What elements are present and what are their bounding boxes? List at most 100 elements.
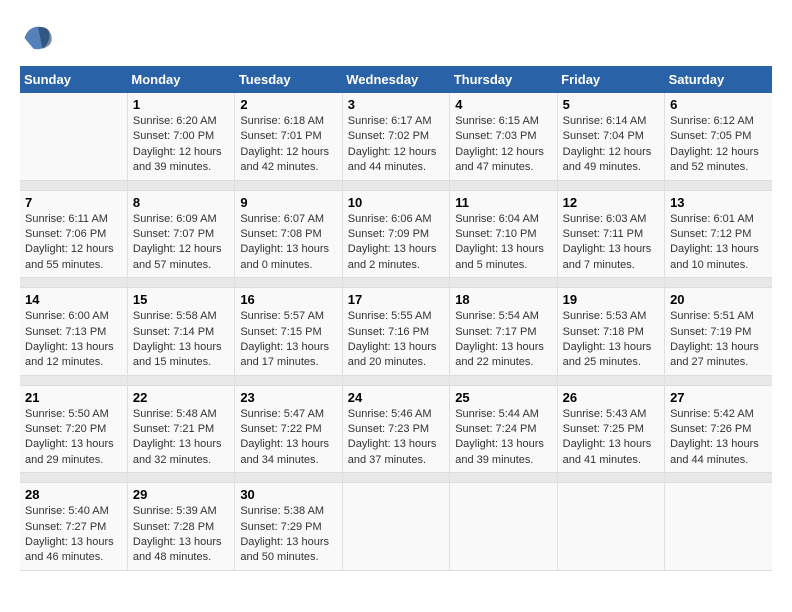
calendar-cell: 14Sunrise: 6:00 AMSunset: 7:13 PMDayligh… (20, 288, 127, 376)
day-info: Sunrise: 6:18 AMSunset: 7:01 PMDaylight:… (240, 114, 336, 176)
separator-cell (127, 375, 234, 385)
day-info: Sunrise: 6:07 AMSunset: 7:08 PMDaylight:… (240, 212, 336, 274)
separator-cell (450, 278, 557, 288)
calendar-cell: 18Sunrise: 5:54 AMSunset: 7:17 PMDayligh… (450, 288, 557, 376)
day-number: 13 (670, 195, 767, 210)
day-number: 15 (133, 292, 229, 307)
day-number: 19 (563, 292, 659, 307)
day-number: 6 (670, 97, 767, 112)
day-header-tuesday: Tuesday (235, 66, 342, 93)
separator-cell (127, 278, 234, 288)
calendar-cell: 30Sunrise: 5:38 AMSunset: 7:29 PMDayligh… (235, 483, 342, 571)
day-number: 24 (348, 390, 444, 405)
calendar-cell: 20Sunrise: 5:51 AMSunset: 7:19 PMDayligh… (665, 288, 772, 376)
day-number: 23 (240, 390, 336, 405)
calendar-cell: 10 Sunrise: 6:06 AMSunset: 7:09 PMDayligh… (342, 190, 449, 278)
separator-cell (127, 473, 234, 483)
calendar-cell: 21Sunrise: 5:50 AMSunset: 7:20 PMDayligh… (20, 385, 127, 473)
day-info: Sunrise: 5:51 AMSunset: 7:19 PMDaylight:… (670, 309, 767, 371)
day-number: 28 (25, 487, 122, 502)
day-number: 22 (133, 390, 229, 405)
day-info: Sunrise: 5:57 AMSunset: 7:15 PMDaylight:… (240, 309, 336, 371)
day-info: Sunrise: 5:39 AMSunset: 7:28 PMDaylight:… (133, 504, 229, 566)
separator-cell (235, 473, 342, 483)
calendar-cell: 3 Sunrise: 6:17 AMSunset: 7:02 PMDaylight… (342, 93, 449, 180)
separator-cell (235, 180, 342, 190)
day-number: 18 (455, 292, 551, 307)
separator-cell (20, 180, 127, 190)
day-info: Sunrise: 5:44 AMSunset: 7:24 PMDaylight:… (455, 407, 551, 469)
separator-cell (665, 180, 772, 190)
day-number: 7 (25, 195, 122, 210)
day-info: Sunrise: 5:53 AMSunset: 7:18 PMDaylight:… (563, 309, 659, 371)
separator-cell (342, 375, 449, 385)
day-info: Sunrise: 6:01 AMSunset: 7:12 PMDaylight:… (670, 212, 767, 274)
separator-row (20, 180, 772, 190)
day-info: Sunrise: 5:43 AMSunset: 7:25 PMDaylight:… (563, 407, 659, 469)
day-number: 30 (240, 487, 336, 502)
day-number: 12 (563, 195, 659, 210)
day-info: Sunrise: 6:06 AMSunset: 7:09 PMDaylight:… (348, 212, 444, 274)
calendar-cell (665, 483, 772, 571)
separator-cell (342, 180, 449, 190)
calendar-cell: 5Sunrise: 6:14 AMSunset: 7:04 PMDaylight… (557, 93, 664, 180)
calendar-cell (557, 483, 664, 571)
day-number: 17 (348, 292, 444, 307)
day-header-wednesday: Wednesday (342, 66, 449, 93)
calendar-cell: 24 Sunrise: 5:46 AMSunset: 7:23 PMDayligh… (342, 385, 449, 473)
separator-cell (20, 473, 127, 483)
separator-cell (450, 180, 557, 190)
day-number: 25 (455, 390, 551, 405)
calendar-cell (342, 483, 449, 571)
day-info: Sunrise: 6:20 AMSunset: 7:00 PMDaylight:… (133, 114, 229, 176)
calendar-cell: 1Sunrise: 6:20 AMSunset: 7:00 PMDaylight… (127, 93, 234, 180)
day-info: Sunrise: 5:42 AMSunset: 7:26 PMDaylight:… (670, 407, 767, 469)
calendar-cell: 8 Sunrise: 6:09 AMSunset: 7:07 PMDaylight… (127, 190, 234, 278)
day-info: Sunrise: 6:00 AMSunset: 7:13 PMDaylight:… (25, 309, 122, 371)
day-header-friday: Friday (557, 66, 664, 93)
separator-cell (450, 375, 557, 385)
logo-icon (20, 20, 56, 56)
separator-cell (557, 375, 664, 385)
calendar-cell: 19 Sunrise: 5:53 AMSunset: 7:18 PMDayligh… (557, 288, 664, 376)
calendar-cell: 27 Sunrise: 5:42 AMSunset: 7:26 PMDayligh… (665, 385, 772, 473)
logo (20, 20, 60, 56)
day-number: 5 (563, 97, 659, 112)
day-number: 8 (133, 195, 229, 210)
day-number: 26 (563, 390, 659, 405)
day-header-monday: Monday (127, 66, 234, 93)
calendar-cell (450, 483, 557, 571)
separator-cell (557, 278, 664, 288)
calendar-cell: 15Sunrise: 5:58 AMSunset: 7:14 PMDayligh… (127, 288, 234, 376)
day-info: Sunrise: 6:03 AMSunset: 7:11 PMDaylight:… (563, 212, 659, 274)
calendar-table: SundayMondayTuesdayWednesdayThursdayFrid… (20, 66, 772, 571)
calendar-cell (20, 93, 127, 180)
day-number: 3 (348, 97, 444, 112)
week-row-1: 1Sunrise: 6:20 AMSunset: 7:00 PMDaylight… (20, 93, 772, 180)
day-info: Sunrise: 6:04 AMSunset: 7:10 PMDaylight:… (455, 212, 551, 274)
separator-cell (235, 375, 342, 385)
separator-cell (450, 473, 557, 483)
separator-cell (342, 473, 449, 483)
calendar-cell: 9 Sunrise: 6:07 AMSunset: 7:08 PMDaylight… (235, 190, 342, 278)
separator-cell (557, 180, 664, 190)
day-info: Sunrise: 6:11 AMSunset: 7:06 PMDaylight:… (25, 212, 122, 274)
calendar-cell: 11Sunrise: 6:04 AMSunset: 7:10 PMDayligh… (450, 190, 557, 278)
day-info: Sunrise: 6:17 AMSunset: 7:02 PMDaylight:… (348, 114, 444, 176)
separator-cell (235, 278, 342, 288)
calendar-cell: 17Sunrise: 5:55 AMSunset: 7:16 PMDayligh… (342, 288, 449, 376)
day-header-sunday: Sunday (20, 66, 127, 93)
header-row: SundayMondayTuesdayWednesdayThursdayFrid… (20, 66, 772, 93)
separator-cell (557, 473, 664, 483)
day-info: Sunrise: 5:40 AMSunset: 7:27 PMDaylight:… (25, 504, 122, 566)
day-info: Sunrise: 5:46 AMSunset: 7:23 PMDaylight:… (348, 407, 444, 469)
day-number: 10 (348, 195, 444, 210)
day-info: Sunrise: 6:09 AMSunset: 7:07 PMDaylight:… (133, 212, 229, 274)
day-number: 9 (240, 195, 336, 210)
separator-row (20, 375, 772, 385)
calendar-cell: 25 Sunrise: 5:44 AMSunset: 7:24 PMDayligh… (450, 385, 557, 473)
day-header-thursday: Thursday (450, 66, 557, 93)
day-number: 29 (133, 487, 229, 502)
day-number: 27 (670, 390, 767, 405)
day-number: 2 (240, 97, 336, 112)
